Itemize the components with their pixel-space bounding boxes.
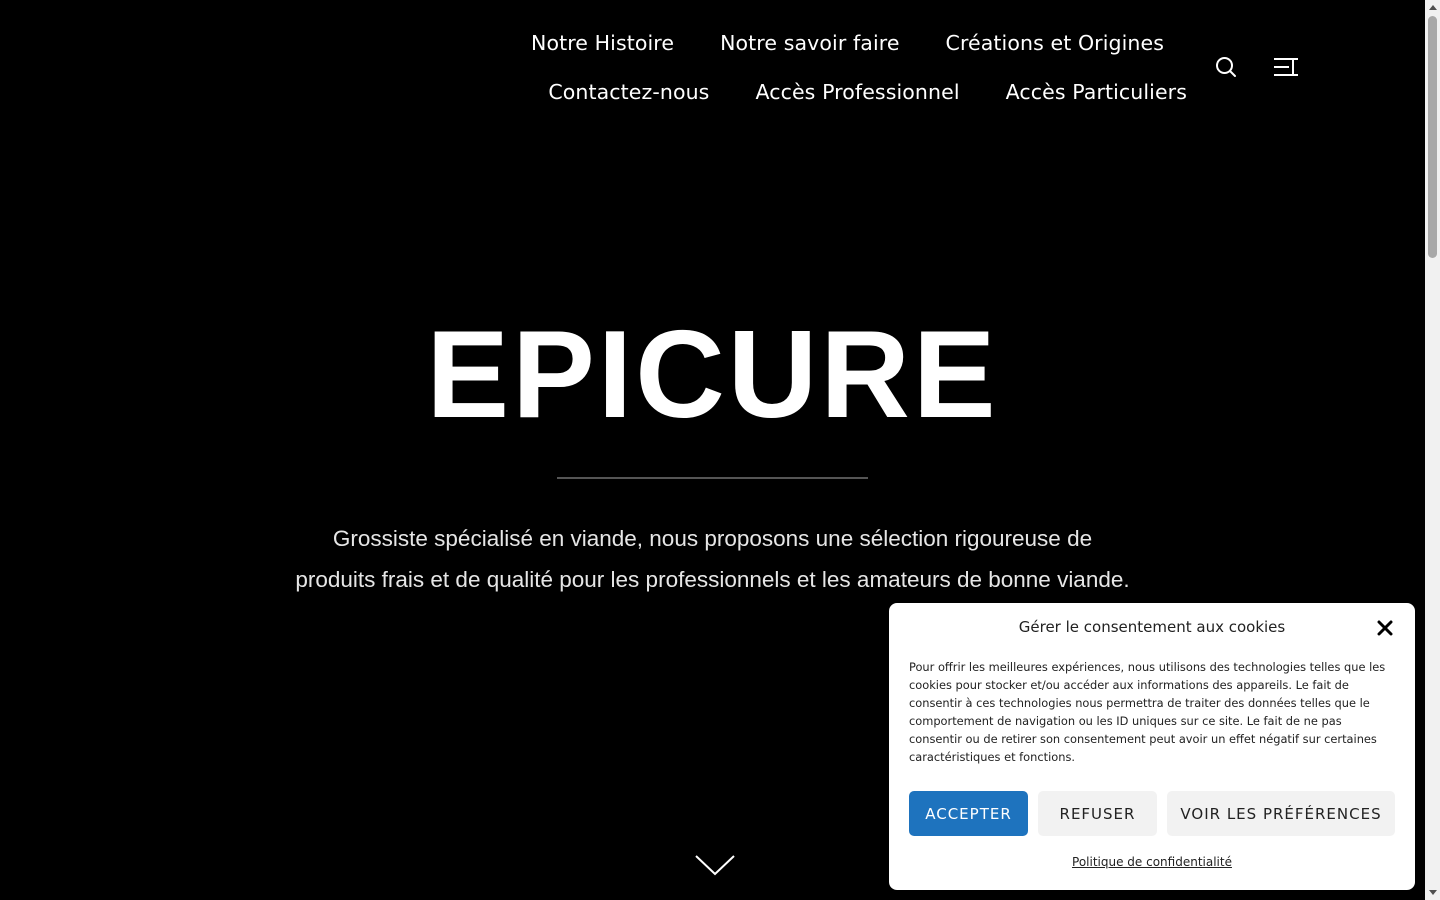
vertical-scrollbar[interactable] [1425,0,1440,900]
menu-icon[interactable] [1270,53,1302,81]
nav-link-savoir-faire[interactable]: Notre savoir faire [697,20,922,66]
hero-tagline-line-1: Grossiste spécialisé en viande, nous pro… [332,526,1093,551]
main-nav: Notre Histoire Notre savoir faire Créati… [500,20,1210,115]
nav-row-1: Notre Histoire Notre savoir faire Créati… [500,20,1210,66]
chevron-down-icon[interactable] [693,852,737,880]
view-preferences-button[interactable]: VOIR LES PRÉFÉRENCES [1167,791,1395,836]
nav-row-2: Contactez-nous Accès Professionnel Accès… [500,69,1210,115]
page: Notre Histoire Notre savoir faire Créati… [0,0,1440,900]
hero-title: EPICURE [426,306,999,444]
nav-link-acces-particuliers[interactable]: Accès Particuliers [983,69,1210,115]
cookie-dialog-buttons: ACCEPTER REFUSER VOIR LES PRÉFÉRENCES [909,791,1395,836]
hero-divider [557,477,868,479]
nav-link-acces-pro[interactable]: Accès Professionnel [732,69,982,115]
search-icon[interactable] [1212,53,1240,81]
scroll-down-arrow-icon[interactable] [1425,885,1440,900]
cookie-consent-dialog: Gérer le consentement aux cookies Pour o… [889,603,1415,890]
nav-link-notre-histoire[interactable]: Notre Histoire [508,20,697,66]
scrollbar-thumb[interactable] [1428,16,1437,258]
nav-link-contact[interactable]: Contactez-nous [525,69,732,115]
hero-tagline: Grossiste spécialisé en viande, nous pro… [205,518,1220,600]
cookie-dialog-text: Pour offrir les meilleures expériences, … [909,660,1386,764]
cookie-dialog-title: Gérer le consentement aux cookies [1018,618,1286,636]
nav-link-creations-origines[interactable]: Créations et Origines [923,20,1187,66]
privacy-policy-link[interactable]: Politique de confidentialité [889,855,1415,869]
close-icon[interactable] [1375,618,1395,638]
deny-button[interactable]: REFUSER [1038,791,1157,836]
accept-button[interactable]: ACCEPTER [909,791,1028,836]
hero-tagline-line-2: produits frais et de qualité pour les pr… [295,567,1130,592]
scroll-up-arrow-icon[interactable] [1425,0,1440,15]
